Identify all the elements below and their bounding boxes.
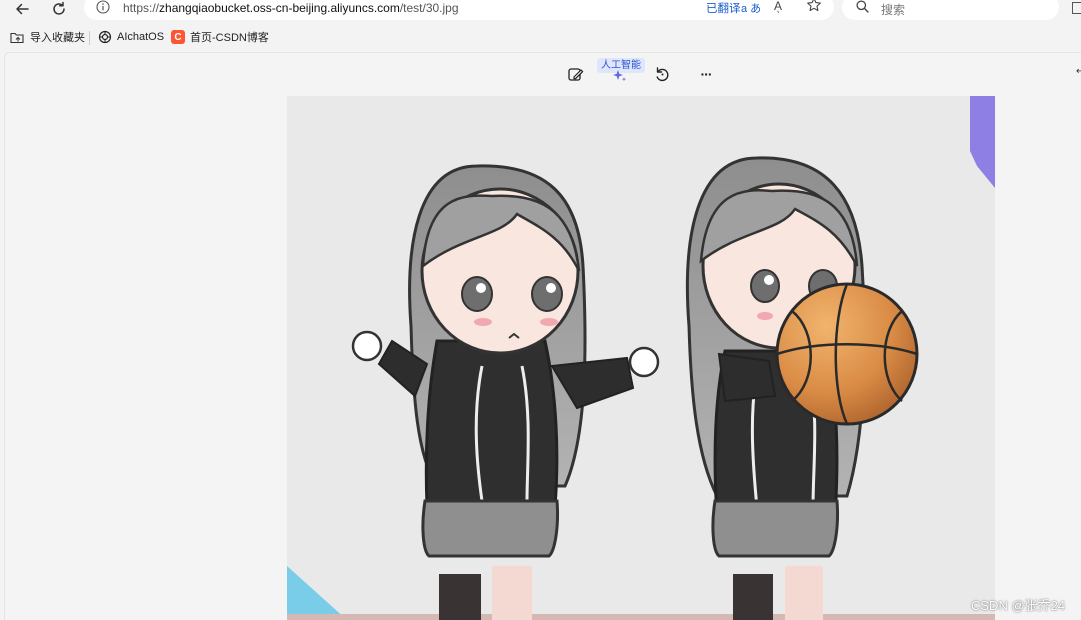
browser-toolbar: https://zhangqiaobucket.oss-cn-beijing.a… bbox=[0, 0, 1081, 23]
read-aloud-icon[interactable]: Aͅ bbox=[774, 0, 782, 13]
url-path: /test/30.jpg bbox=[399, 1, 459, 15]
refresh-button[interactable] bbox=[46, 0, 72, 20]
sparkle-icon bbox=[613, 70, 627, 82]
bookmark-import-favorites[interactable]: 导入收藏夹 bbox=[10, 29, 85, 45]
more-options-button[interactable]: ··· bbox=[696, 64, 716, 84]
search-box[interactable]: 搜索 bbox=[842, 0, 1059, 20]
edit-image-button[interactable] bbox=[565, 64, 585, 84]
bookmark-label: AIchatOS bbox=[117, 30, 165, 43]
image-viewer-toolbar: 人工智能 ··· bbox=[560, 58, 730, 88]
browser-window: https://zhangqiaobucket.oss-cn-beijing.a… bbox=[0, 0, 1081, 620]
bookmark-separator bbox=[89, 31, 90, 45]
site-info-icon[interactable] bbox=[96, 0, 110, 14]
translated-label[interactable]: 已翻译 bbox=[706, 0, 741, 16]
bookmark-csdn[interactable]: C 首页-CSDN博客 bbox=[171, 29, 269, 45]
anime-girls-illustration bbox=[287, 96, 995, 620]
edit-image-icon bbox=[567, 67, 583, 81]
url-scheme: https:// bbox=[123, 1, 160, 15]
search-icon bbox=[856, 0, 869, 13]
split-screen-icon[interactable] bbox=[1072, 2, 1081, 14]
corner-return-icon[interactable]: ↵ bbox=[1076, 66, 1081, 77]
translate-icon[interactable]: a あ bbox=[741, 0, 761, 16]
bookmark-aichatos[interactable]: AIchatOS bbox=[97, 29, 164, 44]
folder-import-icon bbox=[10, 30, 25, 45]
back-button[interactable] bbox=[9, 0, 35, 20]
displayed-image bbox=[287, 96, 995, 620]
csdn-watermark: CSDN @张乔24 bbox=[971, 598, 1066, 613]
openai-icon bbox=[97, 29, 112, 44]
address-bar[interactable]: https://zhangqiaobucket.oss-cn-beijing.a… bbox=[84, 0, 834, 20]
refresh-icon bbox=[53, 1, 65, 15]
bookmarks-bar: 导入收藏夹 AIchatOS C 首页-CSDN博客 bbox=[0, 26, 1081, 48]
bookmark-label: 导入收藏夹 bbox=[30, 32, 85, 44]
url-text[interactable]: https://zhangqiaobucket.oss-cn-beijing.a… bbox=[123, 1, 459, 15]
bookmark-label: 首页-CSDN博客 bbox=[190, 32, 269, 44]
search-placeholder: 搜索 bbox=[881, 3, 906, 17]
ai-sparkle-button[interactable] bbox=[610, 66, 630, 86]
favorite-star-icon[interactable] bbox=[806, 0, 822, 13]
rotate-icon bbox=[656, 66, 668, 81]
basketball bbox=[775, 282, 919, 426]
csdn-icon: C bbox=[171, 30, 185, 44]
url-host: zhangqiaobucket.oss-cn-beijing.aliyuncs.… bbox=[159, 1, 400, 15]
back-arrow-icon bbox=[16, 3, 29, 15]
rotate-button[interactable] bbox=[652, 64, 672, 84]
